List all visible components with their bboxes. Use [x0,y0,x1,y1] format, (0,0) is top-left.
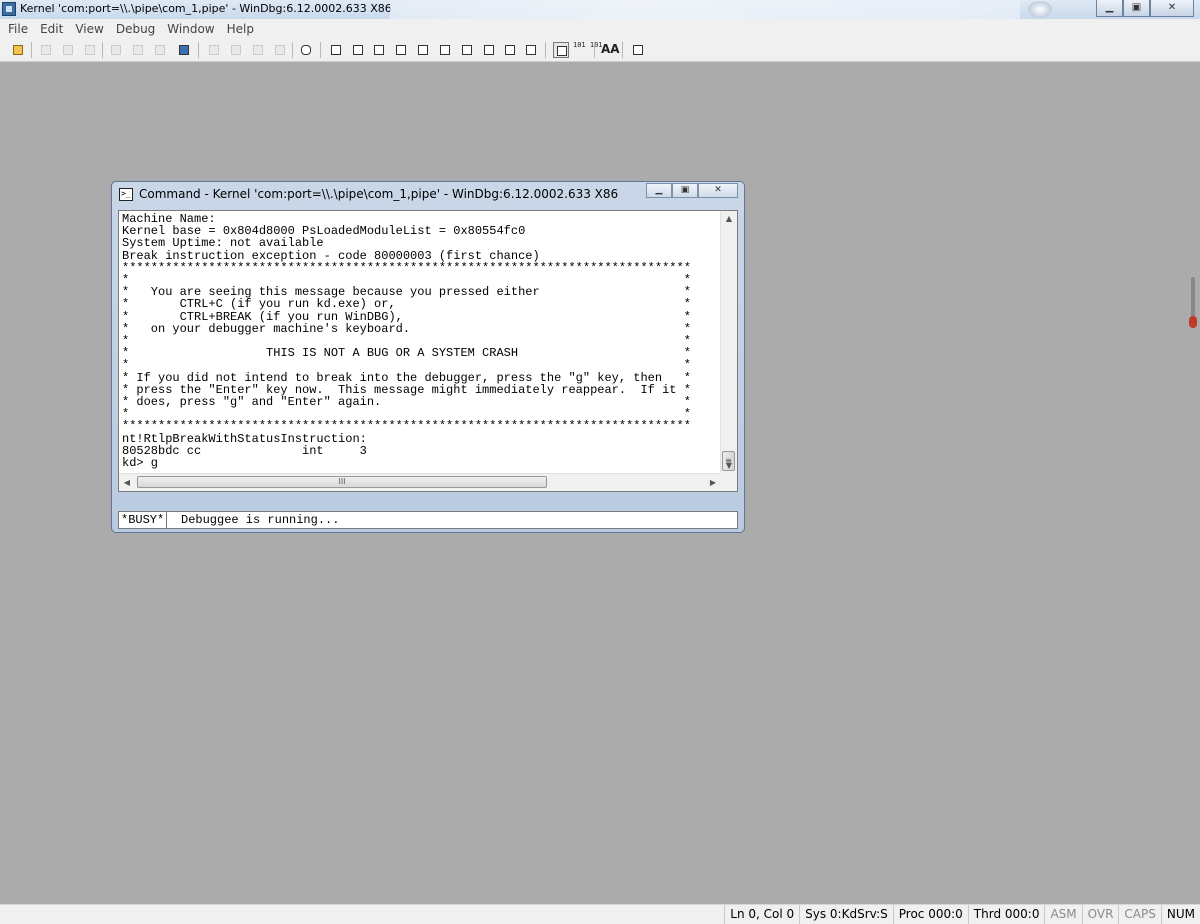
registers-icon[interactable] [393,42,409,58]
command-window[interactable]: >_ Command - Kernel 'com:port=\\.\pipe\c… [111,181,745,533]
toolbar-separator [622,42,623,58]
status-process: Proc 000:0 [892,905,968,924]
status-ovr: OVR [1081,905,1119,924]
restart-icon[interactable] [130,42,146,58]
status-line-col: Ln 0, Col 0 [724,905,799,924]
call-stack-icon[interactable] [437,42,453,58]
globe-icon [1028,1,1052,18]
toolbar-separator [292,42,293,58]
status-caps: CAPS [1118,905,1160,924]
step-over-icon[interactable] [250,42,266,58]
scroll-down-arrow[interactable]: ▼ [721,458,737,474]
toolbar-separator [102,42,103,58]
busy-status-label: *BUSY* [119,512,168,528]
memory-icon[interactable] [415,42,431,58]
close-button[interactable]: ✕ [1150,0,1194,17]
command-prompt-icon: >_ [119,188,133,201]
disassembly-icon[interactable] [459,42,475,58]
menu-edit[interactable]: Edit [34,22,69,36]
toolbar-separator [198,42,199,58]
slider-knob[interactable] [1189,316,1197,328]
command-window-title: Command - Kernel 'com:port=\\.\pipe\com_… [139,187,619,201]
break-icon[interactable] [176,42,192,58]
source-mode-toggle-icon[interactable] [553,42,569,58]
status-asm: ASM [1044,905,1081,924]
status-system: Sys 0:KdSrv:S [799,905,893,924]
options-icon[interactable] [630,42,646,58]
command-close-button[interactable]: ✕ [698,183,738,198]
scroll-right-arrow[interactable]: ▶ [705,474,721,491]
open-icon[interactable] [10,42,26,58]
title-bar-background [390,0,1020,19]
copy-icon[interactable] [60,42,76,58]
toolbar-separator [594,42,595,58]
command-browser-icon[interactable] [523,42,539,58]
command-input-row: *BUSY* [118,511,739,529]
minimize-button[interactable]: ▁ [1096,0,1123,17]
toolbar: 101 101 AA [0,38,1200,62]
processes-threads-icon[interactable] [502,42,518,58]
windbg-app-icon[interactable] [2,2,16,16]
status-bar: Ln 0, Col 0 Sys 0:KdSrv:S Proc 000:0 Thr… [0,904,1200,924]
command-output-text: Machine Name: Kernel base = 0x804d8000 P… [122,212,691,471]
command-maximize-button[interactable]: ▣ [672,183,698,198]
command-output-pane[interactable]: Machine Name: Kernel base = 0x804d8000 P… [118,210,738,492]
main-title-bar[interactable]: Kernel 'com:port=\\.\pipe\com_1,pipe' - … [0,0,1200,19]
font-icon[interactable]: AA [601,42,620,56]
toolbar-separator [320,42,321,58]
step-out-icon[interactable] [272,42,288,58]
command-window-icon[interactable] [328,42,344,58]
command-input[interactable] [179,512,739,528]
horizontal-scroll-thumb[interactable]: III [137,476,547,488]
menu-debug[interactable]: Debug [110,22,161,36]
step-into-icon[interactable] [228,42,244,58]
scroll-corner [720,473,737,491]
toolbar-separator [545,42,546,58]
status-num: NUM [1160,905,1200,924]
horizontal-scrollbar[interactable]: ◀ III ▶ [119,473,721,491]
menu-window[interactable]: Window [161,22,220,36]
go-icon[interactable] [206,42,222,58]
toolbar-separator [31,42,32,58]
hex-display-icon[interactable]: 101 101 [573,41,603,49]
vertical-scrollbar[interactable]: ▲ ≡ ▼ [720,211,737,474]
source-mode-icon[interactable] [108,42,124,58]
scratch-pad-icon[interactable] [481,42,497,58]
menu-file[interactable]: File [2,22,34,36]
menu-view[interactable]: View [69,22,109,36]
scroll-up-arrow[interactable]: ▲ [721,211,737,227]
maximize-button[interactable]: ▣ [1123,0,1150,17]
watch-icon[interactable] [350,42,366,58]
main-window-title: Kernel 'com:port=\\.\pipe\com_1,pipe' - … [20,2,392,15]
status-thread: Thrd 000:0 [967,905,1045,924]
menu-bar: File Edit View Debug Window Help [0,19,1200,38]
stop-debugging-icon[interactable] [152,42,168,58]
menu-help[interactable]: Help [221,22,260,36]
scroll-left-arrow[interactable]: ◀ [119,474,135,491]
command-minimize-button[interactable]: ▁ [646,183,672,198]
paste-icon[interactable] [82,42,98,58]
locals-icon[interactable] [371,42,387,58]
cut-icon[interactable] [38,42,54,58]
hand-icon[interactable] [298,42,314,58]
